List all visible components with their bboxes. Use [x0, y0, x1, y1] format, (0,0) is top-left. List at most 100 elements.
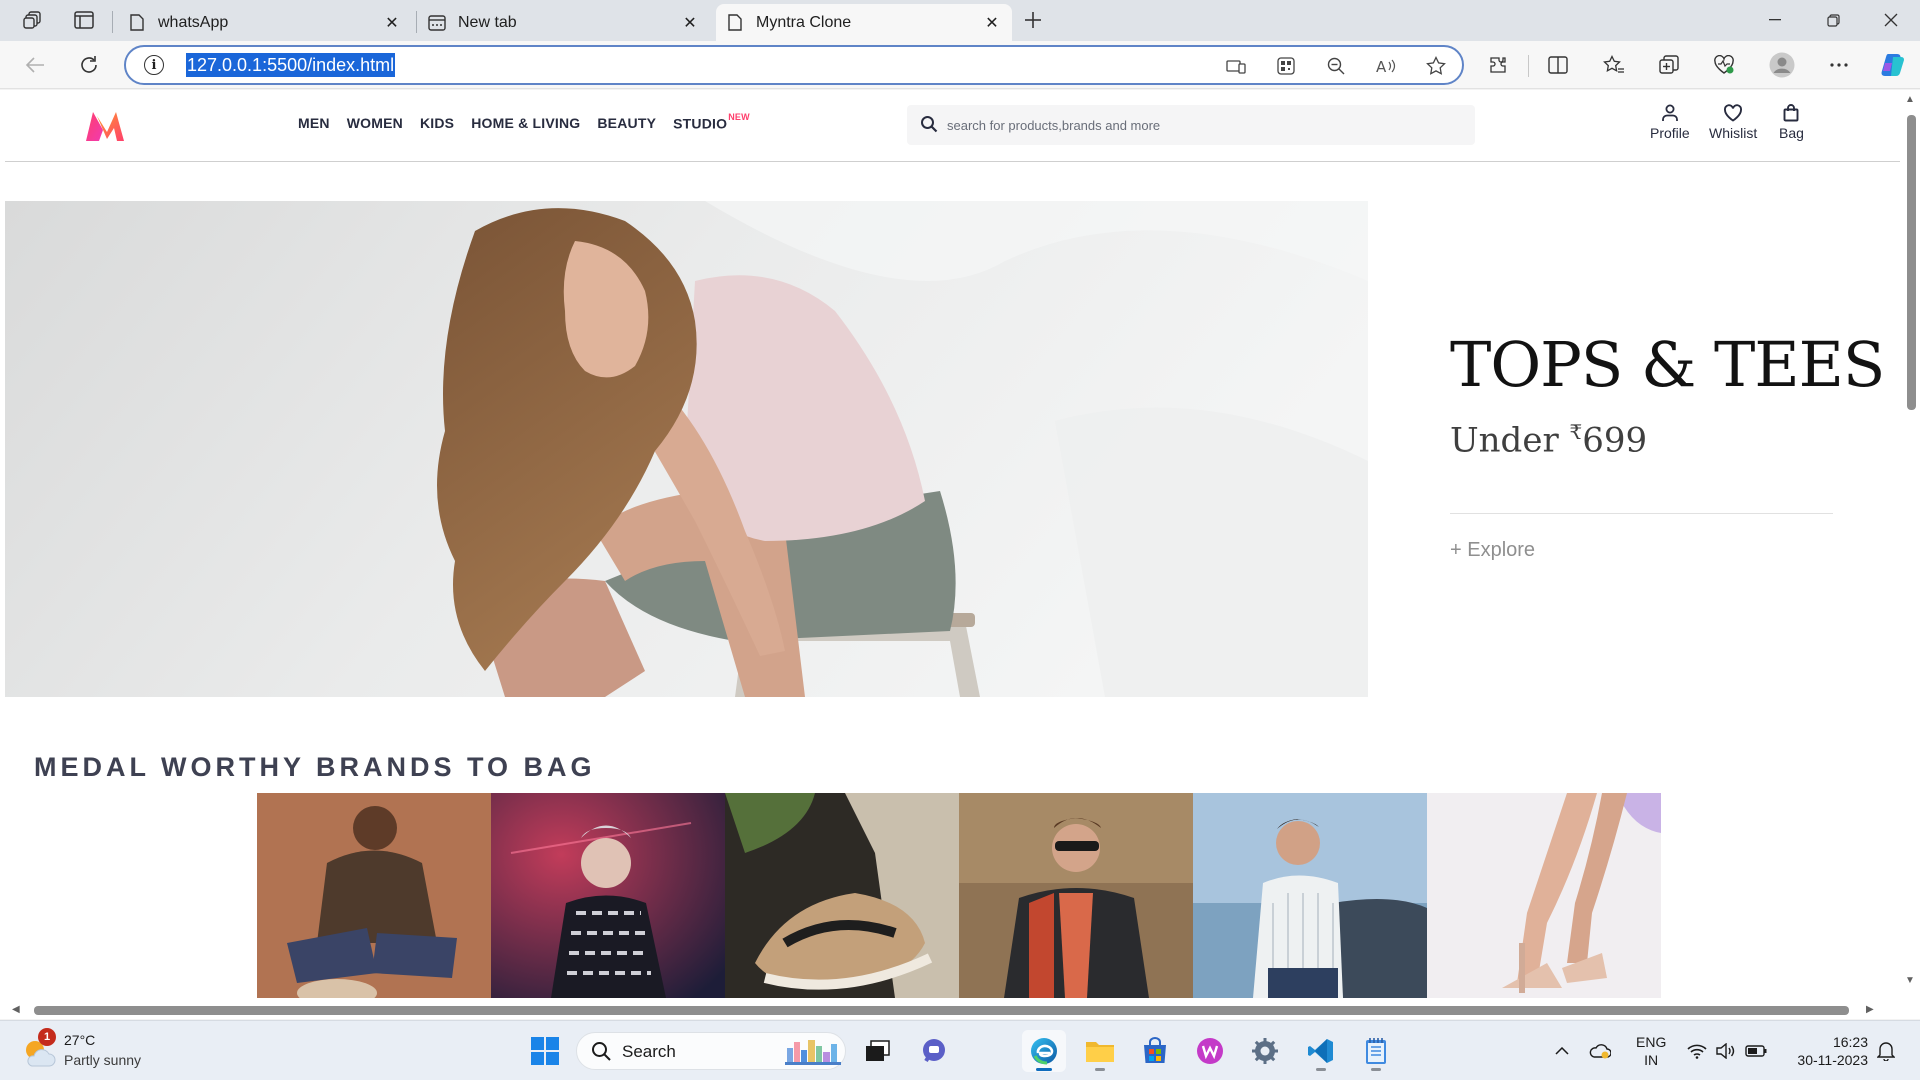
- minimize-button[interactable]: [1746, 0, 1804, 40]
- nav-kids[interactable]: KIDS: [420, 115, 454, 132]
- brand-card[interactable]: [1427, 793, 1661, 998]
- browser-titlebar: whatsApp ✕ New tab ✕ Myntra Clone ✕: [0, 0, 1920, 41]
- user-icon: [1661, 104, 1678, 121]
- close-icon[interactable]: ✕: [982, 13, 1002, 33]
- scroll-right-arrow-icon[interactable]: ▶: [1866, 1004, 1874, 1015]
- app-available-icon[interactable]: [1222, 54, 1250, 78]
- scroll-left-arrow-icon[interactable]: ◀: [12, 1004, 20, 1015]
- microsoft-store-icon[interactable]: [1133, 1030, 1177, 1072]
- system-clock[interactable]: 16:23 30-11-2023: [1781, 1033, 1868, 1069]
- bag-action[interactable]: Bag: [1779, 104, 1804, 141]
- zoom-out-icon[interactable]: [1322, 54, 1350, 78]
- bag-icon: [1784, 104, 1799, 122]
- brand-card[interactable]: [959, 793, 1193, 998]
- nav-studio-label: STUDIO: [673, 115, 728, 132]
- scroll-down-arrow-icon[interactable]: ▼: [1905, 975, 1915, 986]
- tab-whatsapp[interactable]: whatsApp ✕: [118, 4, 412, 41]
- nav-beauty[interactable]: BEAUTY: [597, 115, 656, 132]
- new-tab-button[interactable]: [1017, 6, 1049, 34]
- search-icon[interactable]: [920, 115, 938, 133]
- collections-icon[interactable]: [1651, 48, 1687, 82]
- wishlist-action[interactable]: Whislist: [1709, 104, 1757, 141]
- profile-label: Profile: [1650, 125, 1690, 141]
- qr-code-icon[interactable]: [1272, 54, 1300, 78]
- favorite-star-icon[interactable]: [1422, 54, 1450, 78]
- onedrive-icon[interactable]: [1588, 1039, 1612, 1063]
- refresh-button[interactable]: [71, 48, 107, 82]
- site-info-icon[interactable]: i: [144, 55, 164, 75]
- brand-card[interactable]: [491, 793, 725, 998]
- currency-symbol: ₹: [1569, 420, 1583, 444]
- browser-toolbar: i 127.0.0.1:5500/index.html A: [0, 41, 1920, 89]
- favorites-icon[interactable]: [1596, 48, 1632, 82]
- brand-card[interactable]: [1193, 793, 1427, 998]
- heart-icon: [1724, 104, 1743, 122]
- search-bar: [907, 105, 1475, 145]
- horizontal-scrollbar[interactable]: ◀ ▶: [0, 1001, 1902, 1019]
- start-button[interactable]: [523, 1030, 567, 1072]
- profile-action[interactable]: Profile: [1650, 104, 1690, 141]
- language-indicator[interactable]: ENG IN: [1636, 1033, 1666, 1069]
- taskbar-search[interactable]: Search: [576, 1032, 846, 1070]
- nav-home-living[interactable]: HOME & LIVING: [471, 115, 580, 132]
- wps-office-icon[interactable]: [1188, 1030, 1232, 1072]
- vertical-scrollbar[interactable]: ▲ ▼: [1902, 90, 1920, 1019]
- lang-code: ENG: [1636, 1034, 1667, 1050]
- url-text[interactable]: 127.0.0.1:5500/index.html: [186, 53, 396, 77]
- explore-link[interactable]: + Explore: [1450, 539, 1535, 562]
- site-header: MEN WOMEN KIDS HOME & LIVING BEAUTY STUD…: [5, 90, 1900, 162]
- tab-separator: [112, 11, 113, 33]
- restore-button[interactable]: [1804, 0, 1862, 40]
- split-screen-icon[interactable]: [1540, 48, 1576, 82]
- vscode-icon[interactable]: [1299, 1030, 1343, 1072]
- teams-chat-icon[interactable]: [912, 1030, 956, 1072]
- nav-studio[interactable]: STUDIONEW: [673, 112, 750, 132]
- brand-grid: [257, 793, 1661, 998]
- wishlist-label: Whislist: [1709, 125, 1758, 141]
- vertical-scroll-thumb[interactable]: [1907, 115, 1916, 410]
- tab-actions-icon[interactable]: [68, 6, 100, 34]
- workspaces-icon[interactable]: [17, 6, 49, 34]
- file-explorer-icon[interactable]: [1078, 1030, 1122, 1072]
- search-input[interactable]: [947, 113, 1447, 137]
- notepad-icon[interactable]: [1354, 1030, 1398, 1072]
- brand-card[interactable]: [725, 793, 959, 998]
- nav-men[interactable]: MEN: [298, 115, 330, 132]
- new-badge: NEW: [728, 112, 750, 122]
- wifi-icon[interactable]: [1686, 1040, 1708, 1062]
- new-tab-icon: [428, 14, 446, 32]
- tab-new-tab[interactable]: New tab ✕: [418, 4, 710, 41]
- brand-card[interactable]: [257, 793, 491, 998]
- running-indicator: [1095, 1068, 1105, 1071]
- battery-icon[interactable]: [1744, 1040, 1768, 1062]
- profile-avatar[interactable]: [1764, 48, 1800, 82]
- toolbar-separator: [1528, 55, 1529, 77]
- tab-separator: [416, 11, 417, 33]
- myntra-logo[interactable]: [83, 108, 127, 144]
- horizontal-scroll-thumb[interactable]: [34, 1006, 1849, 1015]
- scroll-up-arrow-icon[interactable]: ▲: [1905, 94, 1915, 105]
- weather-widget[interactable]: 1 27°C Partly sunny: [22, 1028, 182, 1074]
- volume-icon[interactable]: [1714, 1040, 1736, 1062]
- bag-label: Bag: [1779, 125, 1804, 141]
- extensions-icon[interactable]: [1480, 48, 1516, 82]
- browser-essentials-icon[interactable]: [1706, 48, 1742, 82]
- read-aloud-icon[interactable]: A: [1372, 54, 1400, 78]
- show-hidden-icons-chevron-icon[interactable]: [1552, 1041, 1572, 1061]
- tab-myntra-clone[interactable]: Myntra Clone ✕: [716, 4, 1012, 41]
- more-options-icon[interactable]: [1821, 48, 1857, 82]
- task-view-icon[interactable]: [856, 1030, 900, 1072]
- address-bar[interactable]: i 127.0.0.1:5500/index.html A: [124, 45, 1464, 85]
- tab-title: whatsApp: [158, 13, 229, 31]
- settings-gear-icon[interactable]: [1243, 1030, 1287, 1072]
- edge-browser-app[interactable]: [1022, 1030, 1066, 1072]
- hero-subtitle: Under ₹699: [1450, 420, 1647, 460]
- close-window-button[interactable]: [1862, 0, 1920, 40]
- close-icon[interactable]: ✕: [382, 13, 402, 33]
- hero-banner-image[interactable]: [5, 201, 1368, 697]
- close-icon[interactable]: ✕: [680, 13, 700, 33]
- copilot-icon[interactable]: [1875, 48, 1911, 82]
- nav-women[interactable]: WOMEN: [347, 115, 403, 132]
- notifications-bell-icon[interactable]: [1874, 1039, 1898, 1063]
- back-button[interactable]: [17, 48, 53, 82]
